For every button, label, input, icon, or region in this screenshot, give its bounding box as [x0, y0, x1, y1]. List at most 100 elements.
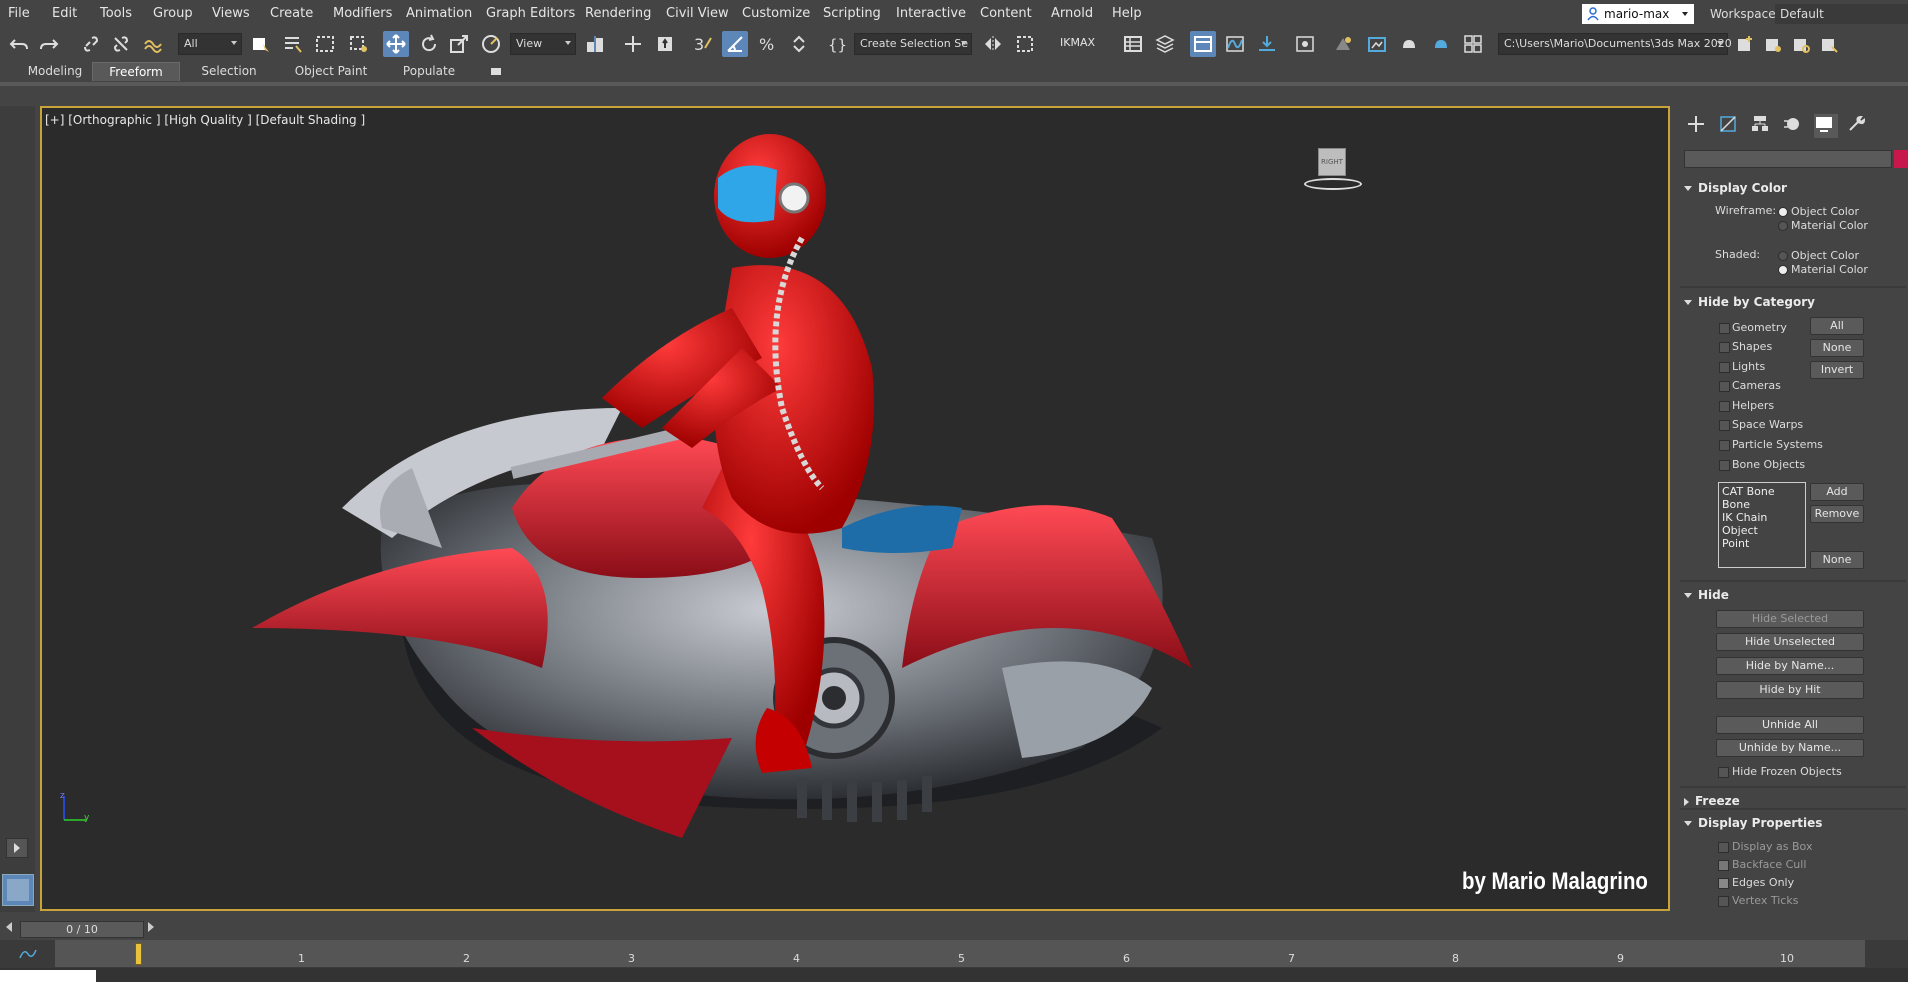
viewport-layout-thumbnail[interactable]	[2, 874, 34, 906]
curve-editor-button[interactable]	[1222, 31, 1248, 57]
hide-none-categories-button[interactable]: None	[1810, 339, 1864, 357]
menu-graph-editors[interactable]: Graph Editors	[486, 6, 575, 21]
menu-animation[interactable]: Animation	[406, 6, 472, 21]
create-tab[interactable]	[1686, 114, 1710, 138]
hide-unselected-button[interactable]: Hide Unselected	[1716, 633, 1864, 651]
unhide-by-name-button[interactable]: Unhide by Name...	[1716, 739, 1864, 757]
redo-button[interactable]	[36, 31, 62, 57]
viewcube-ring[interactable]	[1304, 178, 1362, 190]
display-color-header[interactable]: Display Color	[1684, 181, 1900, 195]
backface-cull-checkbox[interactable]	[1718, 860, 1729, 871]
pivot-center-button[interactable]	[582, 31, 608, 57]
hide-by-name-button[interactable]: Hide by Name...	[1716, 657, 1864, 675]
category-list[interactable]: CAT Bone Bone IK Chain Object Point	[1718, 482, 1806, 568]
edges-only-checkbox[interactable]	[1718, 878, 1729, 889]
angle-snap-button[interactable]	[722, 31, 748, 57]
menu-interactive[interactable]: Interactive	[896, 6, 966, 21]
menu-civil-view[interactable]: Civil View	[666, 6, 729, 21]
scene-explorer-button[interactable]	[1120, 31, 1146, 57]
modify-tab[interactable]	[1718, 114, 1742, 138]
ikmax-label[interactable]: IKMAX	[1060, 36, 1095, 49]
particle-systems-checkbox[interactable]	[1719, 440, 1730, 451]
menu-views[interactable]: Views	[212, 6, 250, 21]
shaded-material-color-radio[interactable]	[1778, 265, 1788, 275]
shaded-object-color-radio[interactable]	[1778, 251, 1788, 261]
hide-header[interactable]: Hide	[1684, 588, 1900, 602]
freeze-header[interactable]: Freeze	[1684, 794, 1900, 808]
bone-objects-checkbox[interactable]	[1719, 460, 1730, 471]
move-button[interactable]	[383, 31, 409, 57]
menu-help[interactable]: Help	[1112, 6, 1142, 21]
expand-layout-button[interactable]	[6, 838, 28, 858]
select-manipulate-button[interactable]	[620, 31, 646, 57]
object-name-field[interactable]	[1684, 150, 1892, 168]
tab-object-paint[interactable]: Object Paint	[286, 62, 376, 80]
reference-coordinate-dropdown[interactable]: View	[510, 33, 576, 55]
menu-file[interactable]: File	[8, 6, 30, 21]
select-object-button[interactable]	[248, 31, 274, 57]
menu-tools[interactable]: Tools	[100, 6, 132, 21]
lights-checkbox[interactable]	[1719, 362, 1730, 373]
mirror-button[interactable]	[980, 31, 1006, 57]
layer-explorer-button[interactable]	[1152, 31, 1178, 57]
project-browse-button[interactable]	[1816, 31, 1842, 57]
list-item[interactable]: Point	[1722, 537, 1802, 550]
spinner-snap-button[interactable]	[786, 31, 812, 57]
rotate-button[interactable]	[416, 31, 442, 57]
tab-modeling[interactable]: Modeling	[22, 62, 88, 80]
menu-rendering[interactable]: Rendering	[585, 6, 651, 21]
space-warps-checkbox[interactable]	[1719, 420, 1730, 431]
maxscript-listener-field[interactable]	[0, 970, 96, 982]
workspace-dropdown[interactable]: Default	[1775, 4, 1908, 24]
prev-frame-icon[interactable]	[6, 922, 12, 932]
wireframe-material-color-radio[interactable]	[1778, 221, 1788, 231]
project-folder-dropdown[interactable]: C:\Users\Mario\Documents\3ds Max 2020	[1498, 33, 1732, 55]
menu-modifiers[interactable]: Modifiers	[333, 6, 392, 21]
hierarchy-tab[interactable]	[1750, 114, 1774, 138]
menu-content[interactable]: Content	[980, 6, 1032, 21]
scale-button[interactable]	[446, 31, 472, 57]
window-crossing-button[interactable]	[346, 31, 372, 57]
hide-by-hit-button[interactable]: Hide by Hit	[1716, 681, 1864, 699]
menu-group[interactable]: Group	[153, 6, 193, 21]
motion-tab[interactable]	[1782, 114, 1806, 138]
render-active-shade-button[interactable]	[1428, 31, 1454, 57]
dope-sheet-button[interactable]	[1254, 31, 1280, 57]
display-tab[interactable]	[1814, 114, 1838, 138]
user-account-dropdown[interactable]: mario-max	[1582, 4, 1694, 24]
list-item[interactable]: IK Chain Object	[1722, 511, 1802, 537]
align-button[interactable]	[1012, 31, 1038, 57]
tab-selection[interactable]: Selection	[190, 62, 268, 80]
wireframe-object-color-radio[interactable]	[1778, 207, 1788, 217]
add-category-button[interactable]: Add	[1810, 483, 1864, 501]
render-in-cloud-button[interactable]	[1460, 31, 1486, 57]
menu-create[interactable]: Create	[270, 6, 313, 21]
ribbon-options-button[interactable]	[482, 62, 510, 80]
project-new-button[interactable]	[1732, 31, 1758, 57]
project-open-button[interactable]	[1760, 31, 1786, 57]
geometry-checkbox[interactable]	[1719, 323, 1730, 334]
list-item[interactable]: CAT Bone	[1722, 485, 1802, 498]
select-by-name-button[interactable]	[280, 31, 306, 57]
edit-named-selection-button[interactable]: {}	[824, 31, 850, 57]
viewcube-face[interactable]: RIGHT	[1318, 148, 1346, 176]
snaps-toggle-button[interactable]: 3	[690, 31, 716, 57]
link-button[interactable]	[78, 31, 104, 57]
display-properties-header[interactable]: Display Properties	[1684, 816, 1900, 830]
unlink-button[interactable]	[108, 31, 134, 57]
cameras-checkbox[interactable]	[1719, 381, 1730, 392]
placement-button[interactable]	[478, 31, 504, 57]
keyboard-shortcut-button[interactable]	[652, 31, 678, 57]
rect-selection-button[interactable]	[312, 31, 338, 57]
hide-by-category-header[interactable]: Hide by Category	[1684, 295, 1900, 309]
viewport-label-menu[interactable]: [+] [Orthographic ] [High Quality ] [Def…	[45, 113, 365, 127]
undo-button[interactable]	[6, 31, 32, 57]
menu-scripting[interactable]: Scripting	[823, 6, 881, 21]
unhide-all-button[interactable]: Unhide All	[1716, 716, 1864, 734]
percent-snap-button[interactable]: %	[754, 31, 780, 57]
curve-editor-mini-button[interactable]	[18, 946, 38, 962]
menu-arnold[interactable]: Arnold	[1051, 6, 1093, 21]
remove-category-button[interactable]: Remove	[1810, 505, 1864, 523]
tab-populate[interactable]: Populate	[394, 62, 464, 80]
time-slider[interactable]: 0 / 10	[20, 921, 144, 938]
